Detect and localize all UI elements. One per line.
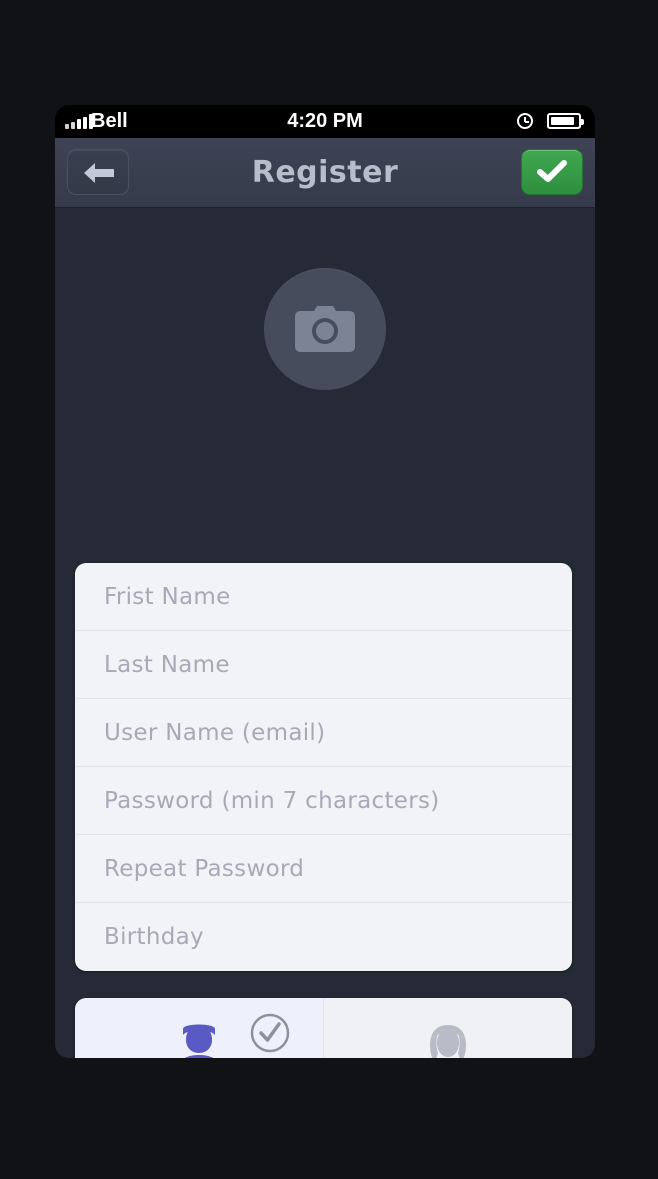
gender-selector: Male Female [75,998,572,1058]
status-bar-time: 4:20 PM [287,110,363,132]
birthday-field[interactable]: Birthday [75,903,572,971]
password-placeholder: Password (min 7 characters) [104,787,440,814]
battery-icon [547,113,584,129]
navigation-bar: Register [55,138,595,208]
confirm-button[interactable] [521,149,583,195]
clock-icon [517,113,533,129]
repeat-password-field[interactable]: Repeat Password [75,835,572,903]
first-name-placeholder: Frist Name [104,583,231,610]
status-bar: Bell 4:20 PM [55,105,595,138]
registration-form-card: Frist Name Last Name User Name (email) P… [75,563,572,971]
check-icon [537,160,567,182]
password-field[interactable]: Password (min 7 characters) [75,767,572,835]
user-name-placeholder: User Name (email) [104,719,326,746]
avatar-photo-uploader[interactable] [264,268,386,390]
page-title: Register [251,155,399,190]
screen-body: Frist Name Last Name User Name (email) P… [55,208,595,1058]
last-name-field[interactable]: Last Name [75,631,572,699]
birthday-placeholder: Birthday [104,924,204,950]
female-avatar-icon [430,1025,466,1058]
camera-icon [295,306,355,352]
phone-frame: Bell 4:20 PM Register Frist Name Last Na… [55,105,595,1058]
repeat-password-placeholder: Repeat Password [104,855,305,882]
check-circle-icon [250,1013,290,1053]
first-name-field[interactable]: Frist Name [75,563,572,631]
gender-option-female[interactable]: Female [323,998,572,1058]
last-name-placeholder: Last Name [104,651,230,678]
male-avatar-icon [183,1024,215,1058]
gender-option-male[interactable]: Male [75,998,323,1058]
user-name-field[interactable]: User Name (email) [75,699,572,767]
